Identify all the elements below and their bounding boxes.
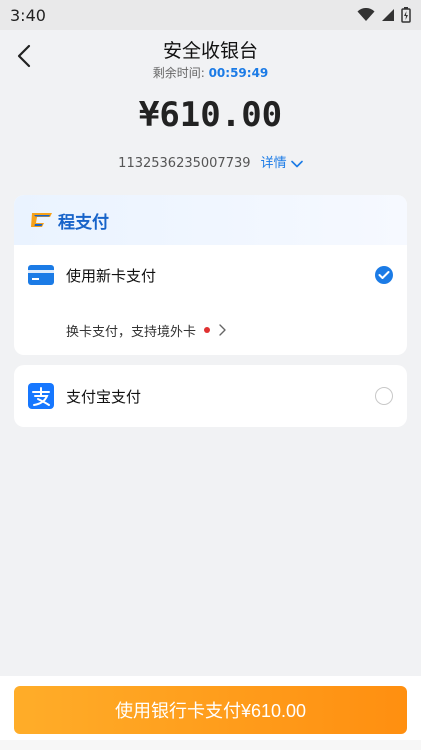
details-label: 详情	[260, 156, 287, 171]
pay-button[interactable]: 使用银行卡支付¥610.00	[14, 686, 407, 734]
header: 安全收银台 剩余时间: 00:59:49	[0, 30, 421, 85]
wifi-icon	[357, 8, 375, 21]
card-alipay: 支付宝支付	[14, 365, 407, 427]
brand-bar: 程支付	[14, 195, 407, 245]
card-payment-section: 程支付 使用新卡支付 换卡支付，支持境外卡	[14, 195, 407, 355]
chevron-right-icon	[219, 324, 226, 336]
payment-amount: ¥610.00	[138, 95, 283, 135]
red-dot-badge	[204, 327, 211, 333]
status-time: 3:40	[10, 5, 46, 25]
battery-icon	[401, 7, 411, 23]
alipay-icon	[28, 383, 54, 409]
page-title: 安全收银台	[162, 40, 258, 62]
change-card-hint[interactable]: 换卡支付，支持境外卡	[14, 305, 407, 355]
status-bar: 3:40	[0, 0, 421, 30]
bottom-bar: 使用银行卡支付¥610.00	[0, 676, 421, 750]
method-alipay[interactable]: 支付宝支付	[14, 365, 407, 427]
order-number: 1132536235007739	[118, 156, 251, 171]
status-icons	[357, 7, 411, 23]
chevron-down-icon	[291, 160, 303, 167]
brand-name: 程支付	[58, 212, 109, 233]
credit-card-icon	[28, 265, 54, 285]
radio-checked[interactable]	[375, 266, 393, 284]
signal-icon	[382, 9, 394, 21]
details-link[interactable]: 详情	[261, 156, 303, 171]
checkmark-icon	[378, 271, 390, 279]
order-row: 1132536235007739 详情	[0, 152, 421, 171]
method-new-card[interactable]: 使用新卡支付	[14, 245, 407, 305]
countdown: 剩余时间: 00:59:49	[0, 64, 421, 81]
home-indicator	[0, 740, 421, 750]
radio-unchecked[interactable]	[375, 387, 393, 405]
countdown-label: 剩余时间:	[152, 66, 205, 80]
method-label: 使用新卡支付	[66, 266, 157, 285]
method-label: 支付宝支付	[66, 387, 142, 406]
hint-text: 换卡支付，支持境外卡	[66, 324, 197, 340]
countdown-value: 00:59:49	[208, 66, 269, 80]
brand-logo-icon	[31, 213, 52, 227]
